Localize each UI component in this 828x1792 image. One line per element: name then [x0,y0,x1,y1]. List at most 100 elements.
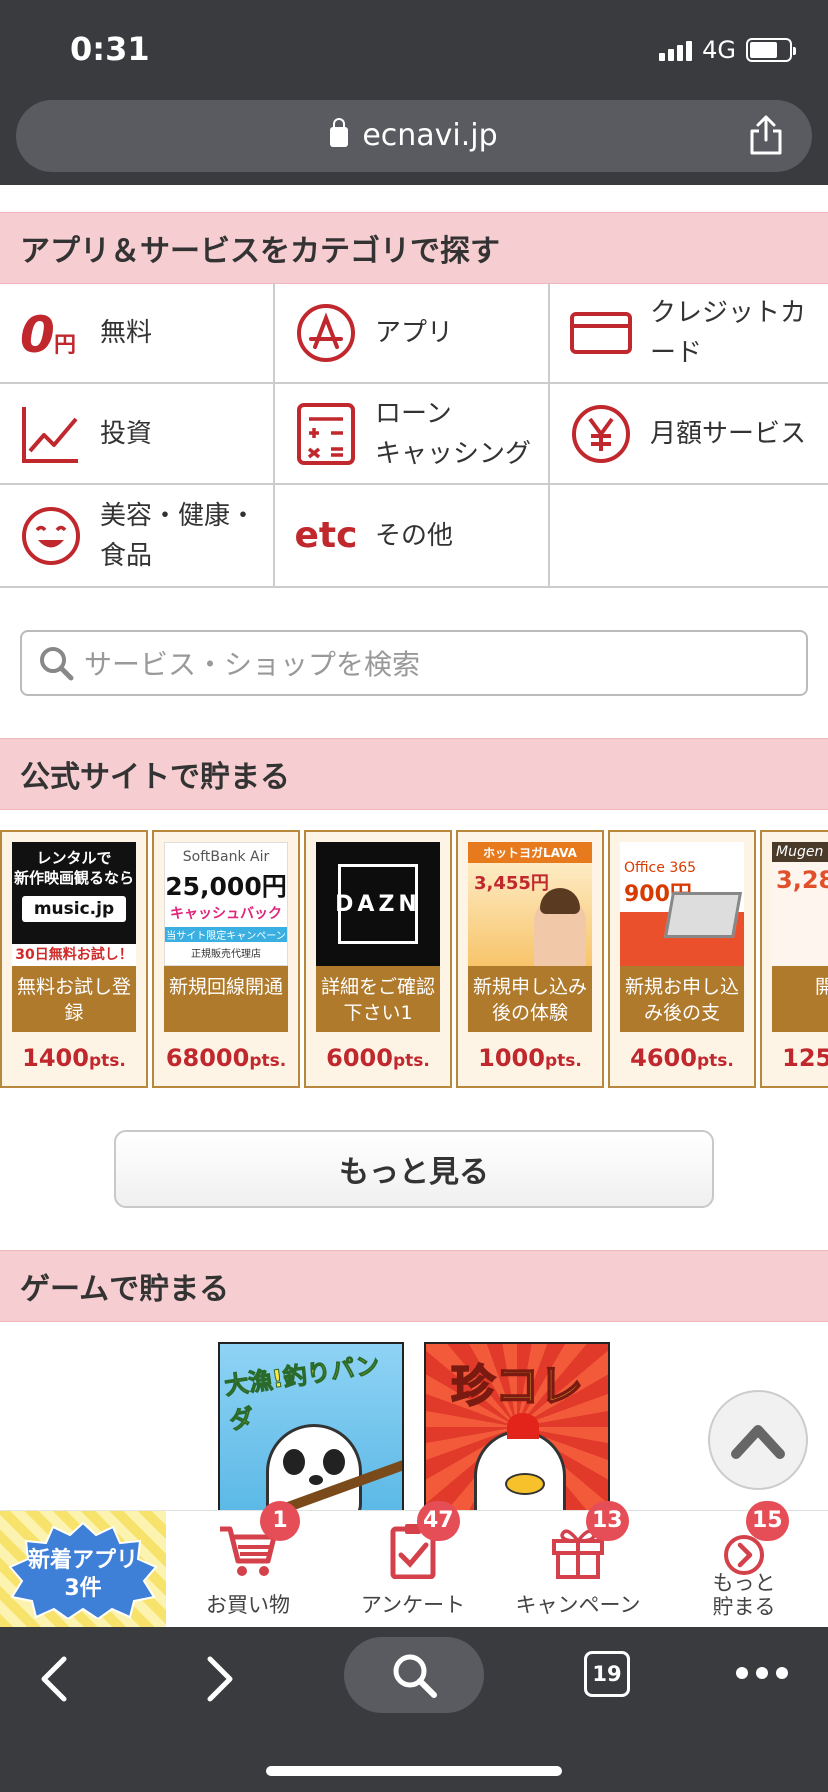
search-icon [393,1654,437,1698]
chevron-up-icon [731,1425,785,1459]
calculator-icon [295,402,357,465]
zero-yen-icon: 0円 [20,302,82,364]
app-store-icon [295,302,357,364]
offer-card[interactable]: Office 365 900円 新規お申し込み後の支 4600pts. [608,830,756,1088]
offer-description: 新規回線開通 [164,966,288,1032]
offer-points: 1000pts. [478,1044,582,1072]
search-input[interactable]: サービス・ショップを検索 [20,630,808,696]
status-indicators: 4G [659,36,796,64]
games-section-heading: ゲームで貯まる [0,1250,828,1322]
official-carousel[interactable]: レンタルで 新作映画観るなら music.jp 30日無料お試し！ 無料お試し登録… [0,830,828,1088]
offer-card[interactable]: レンタルで 新作映画観るなら music.jp 30日無料お試し！ 無料お試し登録… [0,830,148,1088]
browser-top-bar: 0:31 4G ecnavi.jp [0,0,828,185]
game-title: 珍コレ [450,1360,584,1413]
category-other[interactable]: etc その他 [275,485,550,586]
scroll-to-top-button[interactable] [708,1390,808,1490]
svg-text:円: 円 [54,333,76,358]
offer-points: 68000pts. [165,1044,287,1072]
category-label: クレジットカ ード [650,297,807,368]
tab-label: もっと 貯まる [712,1571,776,1619]
tab-more[interactable]: 15 もっと 貯まる [664,1501,824,1628]
tab-label: アンケート [360,1593,466,1617]
search-icon [40,647,74,681]
battery-icon [746,38,796,62]
category-free[interactable]: 0円 無料 [0,283,275,384]
category-label: アプリ [375,317,454,348]
category-app[interactable]: アプリ [275,283,550,384]
offer-banner-musicjp: レンタルで 新作映画観るなら music.jp 30日無料お試し！ [12,842,136,966]
new-apps-label: 新着アプリ 3件 [27,1548,138,1601]
etc-icon: etc [294,514,358,556]
offer-points: 1250pts. [782,1044,828,1072]
signal-icon [659,39,693,61]
category-label: 月額サービス [650,418,807,449]
tab-badge: 47 [417,1501,460,1541]
url-text: ecnavi.jp [362,118,498,153]
category-label: ローン キャッシング [375,398,532,469]
category-section-heading: アプリ＆サービスをカテゴリで探す [0,212,828,284]
tab-label: お買い物 [206,1593,290,1617]
game-chinkore[interactable]: 珍コレ [424,1342,610,1512]
offer-description: 詳細をご確認下さい1 [316,966,440,1032]
offer-points: 6000pts. [326,1044,430,1072]
tab-badge: 13 [586,1501,629,1541]
category-label: 投資 [100,418,153,449]
category-label: その他 [375,520,454,551]
tab-campaign[interactable]: 13 キャンペーン [498,1501,658,1628]
tab-survey[interactable]: 47 アンケート [333,1501,493,1628]
category-credit-card[interactable]: クレジットカ ード [550,283,828,384]
status-time: 0:31 [70,30,150,68]
category-beauty-health[interactable]: 美容・健康・ 食品 [0,485,275,586]
offer-banner-dazn: DAZN [316,842,440,966]
lock-icon [330,118,349,147]
tab-label: キャンペーン [515,1593,641,1617]
home-indicator [266,1766,562,1776]
tab-badge: 15 [746,1501,789,1541]
address-bar[interactable]: ecnavi.jp [16,100,812,172]
offer-banner-mugen: Mugen 3,28 [772,842,828,966]
yen-circle-icon [570,403,632,465]
smile-icon [20,505,82,567]
offer-card[interactable]: DAZN 詳細をご確認下さい1 6000pts. [304,830,452,1088]
offer-description: 新規申し込み後の体験 [468,966,592,1032]
category-label: 無料 [100,317,153,348]
network-label: 4G [702,36,736,64]
category-loan[interactable]: ローン キャッシング [275,384,550,485]
category-investment[interactable]: 投資 [0,384,275,485]
tab-shopping[interactable]: 1 お買い物 [168,1501,328,1628]
show-more-button[interactable]: もっと見る [114,1130,714,1208]
offer-banner-lava: ホットヨガLAVA 3,455円 [468,842,592,966]
category-monthly-service[interactable]: 月額サービス [550,384,828,485]
offer-description: 新規お申し込み後の支 [620,966,744,1032]
offer-description: 開通 [772,966,828,1032]
forward-icon[interactable] [200,1653,240,1705]
browser-search-button[interactable] [344,1637,484,1713]
offer-card[interactable]: SoftBank Air 25,000円 キャッシュバック 当サイト限定キャンペ… [152,830,300,1088]
back-icon[interactable] [34,1653,74,1705]
category-grid: 0円 無料 アプリ クレジットカ ード 投資 ローン キャッシング 月額サービス [0,283,828,588]
line-chart-icon [20,403,82,465]
tab-badge: 1 [260,1501,300,1541]
search-placeholder: サービス・ショップを検索 [84,648,421,681]
category-label: 美容・健康・ 食品 [100,500,257,571]
chicken-icon [474,1413,566,1510]
offer-points: 1400pts. [22,1044,126,1072]
official-section-heading: 公式サイトで貯まる [0,738,828,810]
game-tsuri-panda[interactable]: 大漁!釣りパンダ [218,1342,404,1512]
offer-points: 4600pts. [630,1044,734,1072]
tabs-button[interactable]: 19 [584,1651,630,1697]
app-tab-bar: 新着アプリ 3件 1 お買い物 47 アンケート 13 キャンペーン 15 もっ… [0,1501,828,1628]
offer-banner-office365: Office 365 900円 [620,842,744,966]
share-icon[interactable] [746,114,786,156]
offer-description: 無料お試し登録 [12,966,136,1032]
offer-banner-softbank-air: SoftBank Air 25,000円 キャッシュバック 当サイト限定キャンペ… [164,842,288,966]
new-apps-banner[interactable]: 新着アプリ 3件 [0,1511,166,1628]
game-title: 大漁!釣りパンダ [222,1350,382,1435]
more-options-icon[interactable] [732,1663,792,1683]
tab-count: 19 [592,1662,622,1686]
category-empty-cell [550,485,828,586]
offer-card[interactable]: ホットヨガLAVA 3,455円 新規申し込み後の体験 1000pts. [456,830,604,1088]
credit-card-icon [570,302,632,364]
svg-text:0: 0 [20,306,55,364]
offer-card[interactable]: Mugen 3,28 開通 1250pts. [760,830,828,1088]
